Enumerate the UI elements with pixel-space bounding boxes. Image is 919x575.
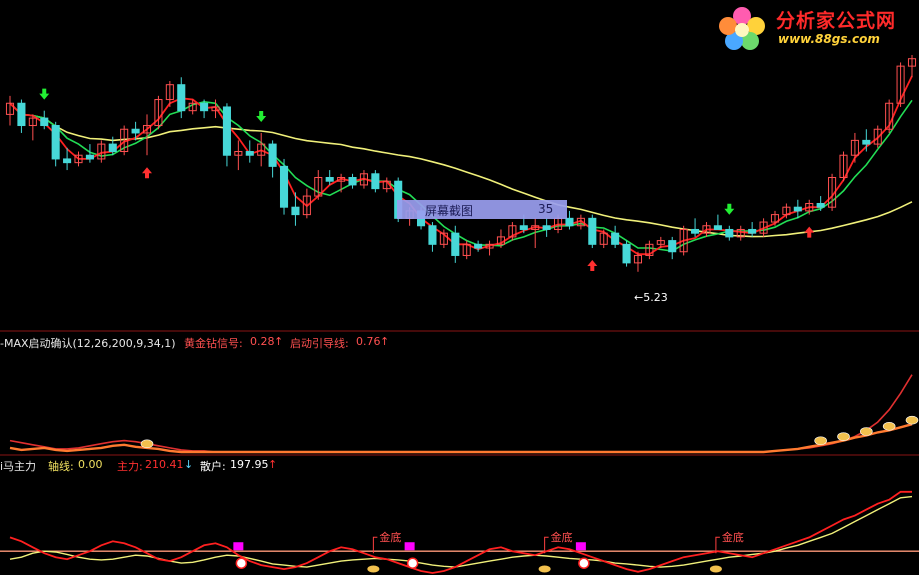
candle-body bbox=[748, 228, 757, 234]
bottom-signal-icon bbox=[235, 557, 248, 569]
candle-body bbox=[279, 165, 289, 208]
candle-body bbox=[816, 202, 825, 208]
candle-body bbox=[51, 125, 60, 160]
candle-body bbox=[474, 243, 483, 249]
indicator2-name[interactable]: i马主力 bbox=[0, 458, 36, 474]
candle-body bbox=[519, 225, 528, 230]
candle-body bbox=[713, 225, 722, 230]
indicator1-name[interactable]: -MAX启动确认(12,26,200,9,34,1) bbox=[0, 335, 176, 351]
candle-body bbox=[371, 173, 380, 190]
retail-line bbox=[9, 495, 913, 568]
candle-body bbox=[291, 206, 300, 216]
candle-body bbox=[268, 143, 277, 167]
main-force-arrow: ↓ bbox=[184, 458, 194, 471]
gold-signal-value: 0.28 bbox=[250, 335, 275, 348]
candle-body bbox=[725, 228, 734, 238]
candle-body bbox=[63, 158, 72, 164]
candle-body bbox=[131, 128, 140, 134]
candle-body bbox=[17, 102, 26, 127]
gold-ingot-icon bbox=[140, 439, 154, 449]
sell-arrow-icon bbox=[39, 88, 50, 100]
candle-body bbox=[862, 139, 871, 145]
stock-chart: 金底 金底 金底 bbox=[0, 55, 919, 574]
bottom-signal-icon bbox=[406, 557, 419, 569]
candle-body bbox=[588, 217, 597, 245]
retail-value: 197.95 bbox=[230, 458, 269, 471]
main-force-line bbox=[9, 490, 912, 574]
guide-line-value: 0.76 bbox=[356, 335, 381, 348]
gold-ingot-icon bbox=[837, 432, 850, 441]
gold-signal-label: 黄金钻信号: bbox=[184, 337, 243, 350]
gold-ingot-icon bbox=[905, 415, 919, 425]
gold-ingot-icon bbox=[814, 436, 827, 446]
candle-body bbox=[200, 102, 209, 112]
candle-body bbox=[108, 143, 117, 153]
candle-body bbox=[451, 232, 460, 256]
buy-arrow-icon bbox=[587, 260, 598, 272]
flower-logo-icon bbox=[719, 7, 765, 50]
main-force-label: 主力: bbox=[117, 460, 143, 473]
logo-url[interactable]: www.88gs.com bbox=[778, 32, 880, 46]
candle-body bbox=[325, 177, 334, 182]
candle-body bbox=[222, 106, 231, 156]
candle-body bbox=[428, 225, 437, 245]
jindi-label: 金底 bbox=[551, 530, 573, 544]
candle-body bbox=[793, 206, 802, 212]
magenta-signal-block bbox=[404, 542, 415, 551]
main-force-value: 210.41 bbox=[145, 458, 184, 471]
candle-body bbox=[622, 243, 631, 264]
candle-body bbox=[245, 151, 254, 156]
retail-label: 散户: bbox=[200, 460, 226, 473]
gold-ingot-icon bbox=[882, 422, 896, 431]
candle-body bbox=[611, 232, 620, 245]
candle-body bbox=[177, 84, 186, 112]
candle-body bbox=[348, 177, 357, 186]
bottom-signal-icon bbox=[578, 557, 590, 569]
candle-body bbox=[40, 117, 49, 127]
site-logo[interactable]: 分析家公式网 www.88gs.com bbox=[712, 2, 919, 54]
tooltip-label: 屏幕截图 bbox=[425, 204, 474, 218]
candle-body bbox=[85, 154, 94, 160]
jindi-label: 金底 bbox=[379, 530, 401, 544]
candle-body bbox=[668, 240, 677, 253]
logo-title: 分析家公式网 bbox=[776, 10, 897, 32]
gold-ingot-icon bbox=[367, 565, 380, 573]
retail-arrow: ↑ bbox=[268, 458, 278, 471]
guide-line-arrow: ↑ bbox=[380, 335, 390, 348]
magenta-signal-block bbox=[233, 542, 244, 551]
gold-signal-arrow: ↑ bbox=[274, 335, 284, 348]
sell-arrow-icon bbox=[256, 110, 267, 122]
buy-arrow-icon bbox=[804, 226, 815, 238]
screenshot-tooltip[interactable]: 屏幕截图 35 bbox=[397, 200, 567, 219]
candle-body bbox=[691, 228, 700, 234]
buy-arrow-icon bbox=[142, 167, 153, 179]
guide-line-label: 启动引导线: bbox=[290, 337, 349, 350]
low-price-label: ←5.23 bbox=[634, 291, 668, 304]
axis-line-value: 0.00 bbox=[78, 458, 103, 471]
gold-ingot-icon bbox=[860, 427, 873, 436]
jindi-label: 金底 bbox=[722, 530, 744, 544]
sell-arrow-icon bbox=[724, 203, 735, 215]
gold-ingot-icon bbox=[709, 565, 722, 573]
ma-red-line bbox=[9, 75, 913, 256]
axis-line-label: 轴线: bbox=[48, 460, 74, 473]
candle-body bbox=[542, 225, 551, 230]
gold-ingot-icon bbox=[538, 565, 551, 573]
tooltip-value: 35 bbox=[538, 202, 554, 216]
magenta-signal-block bbox=[575, 542, 586, 551]
candle-body bbox=[565, 217, 574, 227]
